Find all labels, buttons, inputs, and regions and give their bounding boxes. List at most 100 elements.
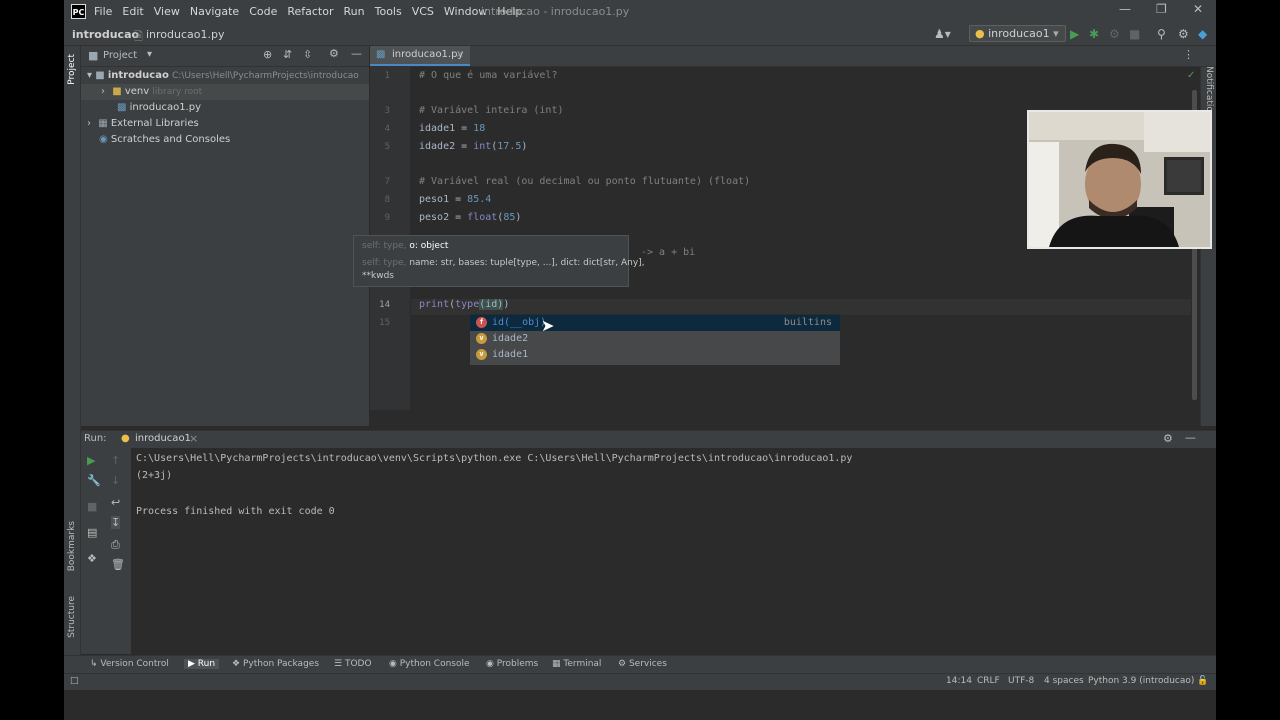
breadcrumb-project[interactable]: introducao: [72, 28, 139, 41]
menu-code[interactable]: Code: [249, 5, 277, 18]
completion-item[interactable]: v idade2: [470, 331, 840, 347]
ide-window: PC File Edit View Navigate Code Refactor…: [64, 0, 1216, 720]
menu-refactor[interactable]: Refactor: [287, 5, 333, 18]
down-icon[interactable]: ↓: [111, 474, 120, 487]
packages-icon: ❖: [232, 659, 241, 669]
stop-icon[interactable]: ■: [1129, 27, 1140, 41]
menu-run[interactable]: Run: [344, 5, 365, 18]
up-icon[interactable]: ↑: [111, 454, 120, 467]
wrench-icon[interactable]: 🔧: [87, 474, 101, 487]
run-icon[interactable]: ▶: [1070, 27, 1079, 41]
print-icon[interactable]: ⎙: [111, 538, 120, 552]
close-tab-icon[interactable]: ×: [189, 432, 198, 445]
folder-icon: ■: [88, 49, 99, 62]
collapse-all-icon[interactable]: ⇳: [303, 48, 312, 61]
status-encoding[interactable]: UTF-8: [1008, 676, 1034, 686]
line-number: 5: [384, 142, 390, 152]
expand-all-icon[interactable]: ⇵: [283, 48, 292, 61]
menu-edit[interactable]: Edit: [122, 5, 143, 18]
gear-icon[interactable]: ⚙: [329, 47, 339, 60]
completion-item[interactable]: f id(__obj) builtins: [470, 315, 840, 331]
hide-panel-icon[interactable]: —: [351, 47, 362, 60]
tab-run[interactable]: ▶ Run: [184, 659, 220, 669]
python-icon: ●: [121, 433, 130, 444]
project-tool-label[interactable]: Project: [67, 54, 77, 85]
venv-folder-name: venv: [124, 86, 150, 97]
menu-file[interactable]: File: [94, 5, 112, 18]
tree-item-scratches[interactable]: ◉ Scratches and Consoles: [81, 132, 369, 148]
close-icon[interactable]: ✕: [1193, 2, 1203, 16]
layout-icon[interactable]: ▤: [87, 526, 97, 539]
terminal-icon: ▦: [552, 659, 561, 669]
status-line-separator[interactable]: CRLF: [977, 676, 1000, 686]
status-interpreter[interactable]: Python 3.9 (introducao): [1088, 676, 1194, 686]
menu-tools[interactable]: Tools: [375, 5, 402, 18]
chevron-right-icon: ›: [101, 86, 105, 97]
left-tool-strip: Project Bookmarks Structure: [64, 46, 81, 674]
restore-icon[interactable]: ❐: [1156, 2, 1167, 16]
run-config-name: inroducao1: [988, 27, 1050, 40]
status-caret-position[interactable]: 14:14: [946, 676, 972, 686]
project-panel-title[interactable]: Project: [103, 50, 137, 61]
minimize-icon[interactable]: —: [1119, 2, 1131, 16]
tab-inroducao1[interactable]: ▩ inroducao1.py ×: [370, 46, 470, 66]
bottom-tool-bar: ↳ Version Control ▶ Run ❖ Python Package…: [64, 655, 1216, 674]
debug-icon[interactable]: ✱: [1089, 27, 1099, 41]
tree-item-file[interactable]: ▩ inroducao1.py: [81, 100, 369, 116]
tab-version-control[interactable]: ↳ Version Control: [90, 659, 169, 669]
lock-icon[interactable]: 🔓: [1197, 676, 1208, 686]
more-icon[interactable]: ⋮: [1183, 48, 1194, 61]
locate-icon[interactable]: ⊕: [263, 48, 272, 61]
toggle-panels-icon[interactable]: □: [70, 676, 79, 686]
hide-panel-icon[interactable]: —: [1185, 431, 1196, 444]
coverage-icon[interactable]: ⚙: [1109, 27, 1120, 41]
chevron-down-icon[interactable]: ▾: [147, 49, 152, 60]
file-name: inroducao1.py: [129, 102, 202, 113]
plugin-icon[interactable]: ◆: [1198, 27, 1207, 41]
tab-problems[interactable]: ◉ Problems: [486, 659, 538, 669]
user-icon[interactable]: ♟▾: [934, 27, 951, 41]
menu-navigate[interactable]: Navigate: [190, 5, 239, 18]
hint-self-param: self: type,: [362, 258, 407, 268]
window-title: introducao - inroducao1.py: [481, 5, 630, 18]
run-icon: ▶: [188, 659, 195, 669]
line-number: 8: [384, 195, 390, 205]
code-line-3: # Variável inteira (int): [419, 105, 564, 116]
hint-self-param: self: type,: [362, 241, 407, 251]
tab-terminal[interactable]: ▦ Terminal: [552, 659, 601, 669]
library-icon: ▦: [98, 118, 108, 129]
console-line-output: (2+3j): [136, 470, 173, 481]
menu-vcs[interactable]: VCS: [412, 5, 434, 18]
gear-icon[interactable]: ⚙: [1163, 432, 1173, 445]
run-config-select[interactable]: ● inroducao1 ▾: [969, 25, 1066, 42]
pin-icon[interactable]: ❖: [87, 552, 97, 565]
structure-tool-label[interactable]: Structure: [67, 596, 77, 638]
tree-item-external-libraries[interactable]: › ▦ External Libraries: [81, 116, 369, 132]
tab-python-packages[interactable]: ❖ Python Packages: [232, 659, 319, 669]
rerun-icon[interactable]: ▶: [87, 454, 95, 467]
breadcrumb-file[interactable]: inroducao1.py: [146, 28, 225, 41]
run-console[interactable]: C:\Users\Hell\PycharmProjects\introducao…: [131, 448, 1216, 654]
tree-item-root[interactable]: ▾ ■ introducao C:\Users\Hell\PycharmProj…: [81, 68, 369, 84]
services-icon: ⚙: [618, 659, 627, 669]
completion-item[interactable]: v idade1: [470, 347, 840, 363]
tab-services[interactable]: ⚙ Services: [618, 659, 667, 669]
tab-todo[interactable]: ☰ TODO: [334, 659, 372, 669]
status-indent[interactable]: 4 spaces: [1044, 676, 1084, 686]
trash-icon[interactable]: 🗑: [111, 558, 125, 571]
scroll-end-icon[interactable]: ↧: [111, 516, 121, 529]
code-line-7: # Variável real (ou decimal ou ponto flu…: [419, 176, 751, 187]
tab-python-console[interactable]: ◉ Python Console: [389, 659, 470, 669]
stop-icon[interactable]: ■: [87, 500, 97, 513]
close-tab-icon[interactable]: ×: [456, 49, 464, 60]
run-tab[interactable]: inroducao1: [135, 433, 191, 444]
settings-icon[interactable]: ⚙: [1178, 27, 1189, 41]
tree-item-venv[interactable]: › ■ venv library root: [81, 84, 369, 100]
menu-view[interactable]: View: [154, 5, 180, 18]
search-icon[interactable]: ⚲: [1157, 27, 1166, 41]
branch-icon: ↳: [90, 659, 98, 669]
python-icon: ●: [975, 27, 985, 40]
function-icon: f: [476, 317, 487, 328]
soft-wrap-icon[interactable]: ↩: [111, 496, 120, 509]
bookmarks-tool-label[interactable]: Bookmarks: [67, 521, 77, 571]
